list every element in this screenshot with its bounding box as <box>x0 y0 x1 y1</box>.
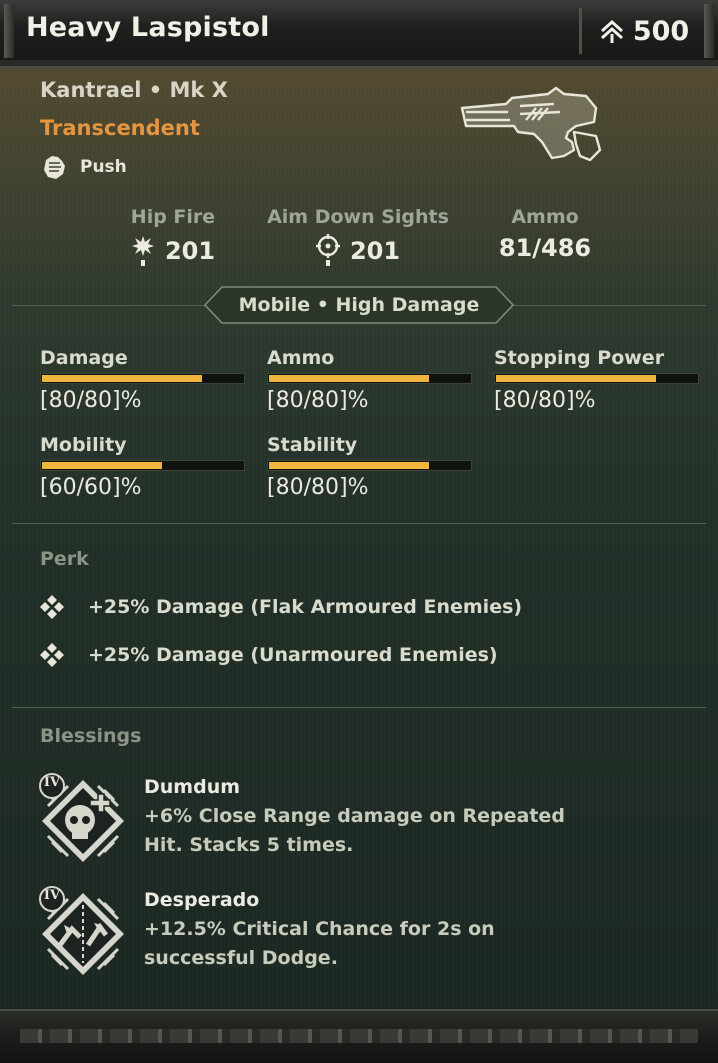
bar-mobility-value: [60/60]% <box>40 475 142 500</box>
bar-stopping-power-label: Stopping Power <box>494 347 665 369</box>
blessing-desc: +12.5% Critical Chance for 2s on success… <box>144 918 495 969</box>
bar-stopping-power-value: [80/80]% <box>494 388 596 413</box>
weapon-image <box>460 86 602 162</box>
bar-stability-label: Stability <box>267 434 358 456</box>
stat-ads-label: Aim Down Sights <box>267 206 449 228</box>
bar-ammo: Ammo [80/80]% <box>267 347 472 413</box>
bar-damage-value: [80/80]% <box>40 388 142 413</box>
fist-icon <box>44 156 65 179</box>
bar-ammo-label: Ammo <box>267 347 335 369</box>
blessing-tier: IV <box>43 888 61 903</box>
perk-item: +25% Damage (Unarmoured Enemies) <box>38 641 498 669</box>
bar-mobility-label: Mobility <box>40 434 127 456</box>
bar-mobility: Mobility [60/60]% <box>40 434 245 500</box>
footer-chain-decoration <box>20 1029 698 1043</box>
perk-diamond-icon <box>40 595 64 619</box>
blessings-title: Blessings <box>40 725 142 747</box>
bar-damage-track <box>40 373 245 384</box>
bar-mobility-fill <box>42 462 162 469</box>
divider-perks <box>12 523 706 524</box>
stat-ammo-value: 81/486 <box>498 234 592 262</box>
weapon-rarity: Transcendent <box>40 116 200 140</box>
perk-text: +25% Damage (Flak Armoured Enemies) <box>88 596 523 618</box>
weapon-family: Kantrael • Mk X <box>40 78 228 102</box>
bar-stopping-power-track <box>494 373 699 384</box>
bar-stopping-power-fill <box>496 375 657 382</box>
stat-ads-value: 201 <box>349 237 401 265</box>
weapon-keywords: Mobile • High Damage <box>204 286 514 324</box>
item-rating: 500 <box>579 8 706 54</box>
tooltip-footer <box>0 1009 718 1063</box>
bar-ammo-fill <box>269 375 430 382</box>
bar-stopping-power: Stopping Power [80/80]% <box>494 347 699 413</box>
special-action: Push <box>40 152 127 182</box>
stat-ads: Aim Down Sights 201 <box>262 206 454 268</box>
crosshair-icon <box>315 234 340 266</box>
bar-mobility-track <box>40 460 245 471</box>
bar-stability: Stability [80/80]% <box>267 434 472 500</box>
blessing-desc: +6% Close Range damage on Repeated Hit. … <box>144 805 565 856</box>
blessing-name: Dumdum <box>144 776 241 798</box>
special-action-label: Push <box>80 157 127 177</box>
bar-ammo-value: [80/80]% <box>267 388 369 413</box>
stat-ammo-label: Ammo <box>511 206 579 228</box>
bar-stability-track <box>267 460 472 471</box>
perk-item: +25% Damage (Flak Armoured Enemies) <box>38 593 522 621</box>
blessing-name: Desperado <box>144 889 260 911</box>
stat-ammo: Ammo 81/486 <box>486 206 604 262</box>
divider-blessings <box>12 707 706 708</box>
bar-stability-fill <box>269 462 430 469</box>
bar-ammo-track <box>267 373 472 384</box>
weapon-tooltip-card: Heavy Laspistol 500 Kantrael • Mk X Tran… <box>0 0 718 1063</box>
bar-damage-fill <box>42 375 203 382</box>
rating-chevrons-icon <box>600 19 623 43</box>
perk-text: +25% Damage (Unarmoured Enemies) <box>88 644 498 666</box>
bar-damage: Damage [80/80]% <box>40 347 245 413</box>
weapon-keywords-text: Mobile • High Damage <box>238 294 480 316</box>
header-frame-left <box>4 4 14 58</box>
stat-hip-fire: Hip Fire 201 <box>116 206 230 268</box>
tooltip-header: Heavy Laspistol 500 <box>0 0 718 68</box>
perk-diamond-icon <box>40 643 64 667</box>
blessing-tier: IV <box>43 775 61 790</box>
hip-fire-icon <box>131 236 154 266</box>
bar-damage-label: Damage <box>40 347 128 369</box>
weapon-title: Heavy Laspistol <box>26 12 270 43</box>
perks-title: Perk <box>40 548 89 570</box>
stat-hip-fire-label: Hip Fire <box>130 206 216 228</box>
bar-stability-value: [80/80]% <box>267 475 369 500</box>
stat-hip-fire-value: 201 <box>164 237 216 265</box>
rating-value: 500 <box>632 15 690 47</box>
